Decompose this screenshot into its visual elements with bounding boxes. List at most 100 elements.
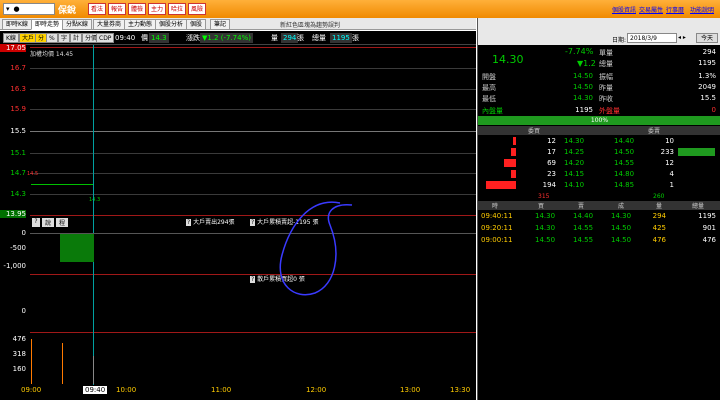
ask-price: 14.40 (614, 137, 635, 145)
stat-value: 14.50 (572, 72, 593, 80)
bid-vol: 23 (547, 170, 556, 178)
annotation-bigholder-sell: ? 大戶賣出294張 (186, 219, 235, 226)
grid-line (30, 194, 476, 195)
ask-price: 14.85 (614, 181, 635, 189)
tick-row[interactable]: 09:40:11 14.30 14.40 14.30 294 1195 (478, 212, 720, 223)
avg-price-label: 加權均價 14.45 (30, 51, 74, 58)
stock-name: 保銳 (58, 6, 77, 16)
stat-value: 14.30 (572, 94, 593, 102)
trade-attr-link[interactable]: 交易屬性 (639, 5, 663, 14)
x-label-cursor: 09:40 (83, 386, 108, 394)
tab-branch-k[interactable]: 分點K線 (62, 19, 92, 30)
calendar-link[interactable]: 行事曆 (666, 5, 684, 14)
notice-text: 新紅色區塊為趨勢誤判 (280, 22, 341, 29)
x-label: 09:00 (21, 386, 42, 394)
chat-button[interactable]: 哈拉 (168, 3, 187, 15)
y-label: 14.7 (10, 169, 26, 177)
cursor-time: 09:40 (115, 34, 136, 42)
zero-line (30, 233, 476, 234)
vol-unit: 張 (297, 34, 304, 42)
date-picker[interactable]: 2018/3/9 (627, 33, 677, 43)
date-nav-icons[interactable]: ◂ ▸ (678, 34, 686, 41)
grid-line (30, 89, 476, 90)
tab-stock[interactable]: 個股 (186, 19, 207, 30)
risk-button[interactable]: 風險 (188, 3, 207, 15)
pct-change: -7.74% (565, 47, 594, 56)
stat-label: 振幅 (599, 73, 613, 81)
intraday-chart[interactable]: 加權均價 14.45 17.05 16.7 16.3 15.9 15.5 15.… (0, 44, 476, 400)
total-vol-label: 總量 (599, 60, 613, 68)
total-label: 總量 (312, 34, 326, 42)
accumulation-bar (60, 234, 94, 262)
stat-label: 昨量 (599, 84, 613, 92)
view-button[interactable]: 看法 (88, 3, 107, 15)
bid-depth-bar (511, 148, 516, 156)
ask-price: 14.80 (614, 170, 635, 178)
tick-row[interactable]: 09:20:11 14.30 14.55 14.50 425 901 (478, 224, 720, 235)
y-label: 15.9 (10, 105, 26, 113)
tab-major-activity[interactable]: 主力動態 (124, 19, 157, 30)
x-label: 13:00 (400, 386, 421, 394)
explain-button[interactable]: 說 (42, 218, 54, 227)
checkup-button[interactable]: 體檢 (128, 3, 147, 15)
kline-button[interactable]: K線 (3, 33, 19, 43)
tick-row[interactable]: 09:00:11 14.50 14.55 14.50 476 476 (478, 236, 720, 247)
panel-divider (30, 332, 476, 333)
stock-selector[interactable]: ▾ ● (3, 3, 55, 15)
volume-bar (93, 356, 94, 384)
chart-toolbar: K線 大戶 分 % 字 計 分價 CDP 09:40 價 14.3 漲跌 ▼1.… (0, 31, 476, 45)
tab-volume-broker[interactable]: 大量券商 (93, 19, 126, 30)
grid-line (30, 173, 476, 174)
date-label: 日期: (612, 37, 627, 44)
percent-button[interactable]: % (46, 33, 58, 43)
price-value: 14.3 (149, 33, 169, 43)
cursor-line (93, 45, 94, 385)
text-button[interactable]: 字 (58, 33, 71, 43)
today-button[interactable]: 今天 (696, 33, 718, 43)
ask-vol: 1 (669, 181, 674, 189)
help-link[interactable]: 功能說明 (690, 5, 714, 14)
ask-vol: 12 (665, 159, 674, 167)
bid-total: 315 (538, 193, 550, 200)
big-price: 14.30 (492, 53, 524, 66)
price-line (31, 184, 93, 185)
stock-info-link[interactable]: 個股資訊 (612, 5, 636, 14)
vol-label: 318 (12, 350, 26, 358)
tick-header: 時 買 賣 成 量 總量 (478, 201, 720, 210)
x-label: 10:00 (116, 386, 137, 394)
bid-price: 14.20 (564, 159, 585, 167)
vol-value: 294 (281, 33, 299, 43)
ask-price: 14.50 (614, 148, 635, 156)
program-button[interactable]: 程 (56, 218, 68, 227)
tab-stock-analysis[interactable]: 個股分析 (155, 19, 188, 30)
bid-depth-bar (486, 181, 516, 189)
major-button[interactable]: 主力 (148, 3, 167, 15)
help-icon[interactable]: ? (32, 218, 40, 227)
quote-panel: 日期: 2018/3/9 ◂ ▸ 今天 14.30 -7.74% ▼1.2 單量… (477, 18, 720, 400)
stat-value: 2049 (698, 83, 716, 91)
prev-close-line (30, 131, 476, 132)
ask-depth-bar (678, 148, 715, 156)
selector-search-icon[interactable]: ● (12, 5, 22, 13)
cdp-button[interactable]: CDP (96, 33, 115, 43)
book-header: 委買 委賣 (478, 126, 720, 135)
total-vol-value: 1195 (698, 59, 716, 67)
tab-notes[interactable]: 筆記 (210, 19, 231, 30)
stat-value: 1195 (575, 106, 593, 114)
x-label: 12:00 (306, 386, 327, 394)
x-label: 11:00 (211, 386, 232, 394)
ask-vol: 10 (665, 137, 674, 145)
limit-up-line (30, 47, 476, 48)
report-button[interactable]: 報告 (108, 3, 127, 15)
change-value: ▼1.2 (-7.74%) (200, 33, 253, 43)
ask-price: 14.55 (614, 159, 635, 167)
change-label: 漲跌 (186, 34, 200, 42)
tab-realtime-k[interactable]: 即時K線 (2, 19, 32, 30)
tab-realtime-trend[interactable]: 即時走勢 (31, 19, 64, 30)
calc-button[interactable]: 計 (70, 33, 83, 43)
stat-label: 最高 (482, 84, 496, 92)
x-label: 13:30 (450, 386, 471, 394)
stat-value: 14.50 (572, 83, 593, 91)
volume-bar (62, 343, 63, 384)
selector-arrow-icon[interactable]: ▾ (4, 5, 12, 13)
